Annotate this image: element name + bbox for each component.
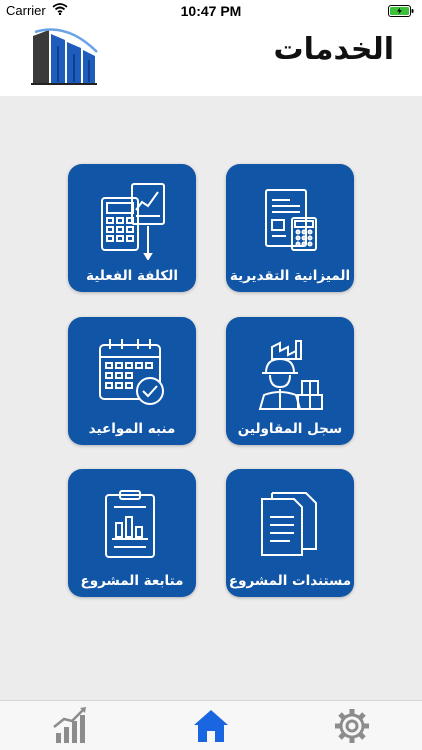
service-tile-estimated-budget[interactable]: الميزانية التقديرية <box>226 164 354 292</box>
service-tile-contractors-registry[interactable]: سجل المقاولين <box>226 317 354 445</box>
service-label: منبه المواعيد <box>88 421 176 437</box>
status-time: 10:47 PM <box>180 3 242 19</box>
status-bar: Carrier 10:47 PM <box>0 0 422 22</box>
service-tile-project-documents[interactable]: مستندات المشروع <box>226 469 354 597</box>
service-label: متابعة المشروع <box>80 573 184 589</box>
header: الخدمات <box>0 22 422 96</box>
service-tile-actual-cost[interactable]: الكلفة الفعلية <box>68 164 196 292</box>
service-label: الكلفة الفعلية <box>86 268 178 284</box>
services-grid: الميزانية التقديرية الكلفة الفعلية سجل ا… <box>0 96 422 700</box>
battery-charging-icon <box>388 5 414 17</box>
documents-icon <box>261 492 317 556</box>
page-title: الخدمات <box>273 32 394 67</box>
tab-bar <box>0 700 422 750</box>
calendar-check-icon <box>99 339 164 405</box>
service-label: مستندات المشروع <box>228 573 352 589</box>
actual-cost-calculator-icon <box>101 183 165 260</box>
budget-calculator-icon <box>265 189 317 251</box>
tab-statistics[interactable] <box>50 707 90 745</box>
stats-chart-icon <box>53 707 86 743</box>
settings-gear-icon <box>335 709 369 743</box>
tab-settings[interactable] <box>332 707 372 745</box>
service-tile-project-tracking[interactable]: متابعة المشروع <box>68 469 196 597</box>
contractor-worker-icon <box>258 340 323 410</box>
home-icon <box>194 710 228 742</box>
service-tile-appointments-reminder[interactable]: منبه المواعيد <box>68 317 196 445</box>
tab-home[interactable] <box>191 707 231 745</box>
clipboard-chart-icon <box>105 490 155 558</box>
service-label: الميزانية التقديرية <box>229 268 351 284</box>
service-label: سجل المقاولين <box>237 421 343 437</box>
logo-building-icon <box>31 28 98 85</box>
